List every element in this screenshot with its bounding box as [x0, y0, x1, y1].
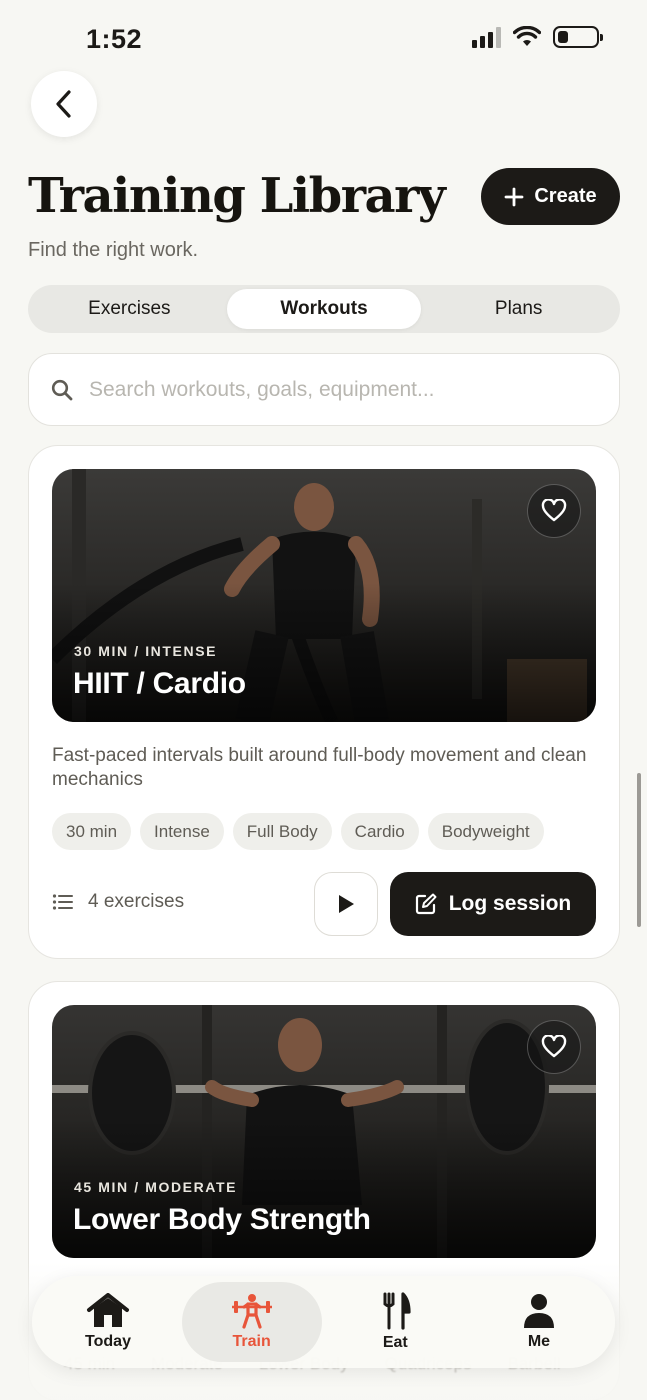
nav-label-train: Train	[232, 1333, 271, 1350]
back-button[interactable]	[31, 71, 97, 137]
status-time: 1:52	[86, 24, 143, 54]
scrollbar[interactable]	[637, 773, 641, 927]
cellular-signal-icon	[472, 26, 501, 48]
edit-icon	[415, 893, 437, 915]
barbell-person-icon	[231, 1294, 272, 1329]
nav-item-today[interactable]: Today	[38, 1282, 178, 1362]
tag-chip: Cardio	[340, 813, 419, 850]
workout-meta: 30 MIN / INTENSE	[74, 643, 218, 659]
workout-card[interactable]: 30 MIN / INTENSE HIIT / Cardio Fast-pace…	[28, 445, 620, 959]
workout-meta: 45 MIN / MODERATE	[74, 1179, 238, 1195]
workout-description: Fast-paced intervals built around full-b…	[52, 745, 587, 790]
create-button-label: Create	[534, 185, 597, 207]
play-workout-button[interactable]	[314, 872, 378, 936]
workout-hero-image: 30 MIN / INTENSE HIIT / Cardio	[52, 469, 596, 722]
search-bar	[28, 353, 620, 426]
tag-chip: Bodyweight	[427, 813, 544, 850]
tab-workouts[interactable]: Workouts	[226, 289, 422, 329]
search-icon	[51, 379, 73, 400]
log-session-button[interactable]: Log session	[390, 872, 596, 936]
play-icon	[339, 895, 354, 913]
workout-title: Lower Body Strength	[73, 1203, 371, 1236]
favorite-button[interactable]	[527, 1020, 581, 1074]
favorite-button[interactable]	[527, 484, 581, 538]
tab-plans[interactable]: Plans	[421, 289, 616, 329]
tag-chip: Intense	[140, 813, 224, 850]
fork-knife-icon	[383, 1292, 411, 1330]
heart-icon	[541, 499, 567, 522]
heart-icon	[541, 1035, 567, 1058]
tag-chip: 30 min	[52, 813, 132, 850]
nav-label-me: Me	[527, 1333, 551, 1350]
nav-item-train[interactable]: Train	[181, 1282, 322, 1362]
log-session-label: Log session	[448, 892, 572, 915]
tag-chip: Full Body	[232, 813, 332, 850]
home-icon	[87, 1293, 129, 1327]
nav-label-today: Today	[85, 1333, 131, 1350]
workout-tags: 30 min Intense Full Body Cardio Bodyweig…	[52, 813, 544, 850]
plus-icon	[504, 187, 524, 206]
battery-icon	[553, 26, 603, 48]
search-input[interactable]	[89, 377, 589, 402]
nav-label-eat: Eat	[382, 1334, 408, 1351]
workout-title: HIIT / Cardio	[73, 667, 246, 700]
chevron-left-icon	[56, 90, 71, 118]
library-tabs: Exercises Workouts Plans	[28, 285, 620, 333]
nav-item-me[interactable]: Me	[469, 1282, 609, 1362]
list-icon	[52, 894, 73, 910]
page-subtitle: Find the right work.	[28, 239, 199, 261]
create-button[interactable]: Create	[481, 168, 620, 225]
wifi-icon	[513, 26, 541, 46]
tab-exercises[interactable]: Exercises	[32, 289, 227, 329]
nav-item-eat[interactable]: Eat	[325, 1282, 465, 1362]
person-icon	[523, 1294, 554, 1328]
bottom-nav: Today Train Eat Me	[32, 1276, 615, 1368]
status-icons	[472, 26, 603, 48]
status-bar: 1:52	[0, 0, 647, 78]
page-title: Training Library	[28, 168, 446, 224]
workout-hero-image: 45 MIN / MODERATE Lower Body Strength	[52, 1005, 596, 1258]
exercise-count-label: 4 exercises	[88, 891, 185, 912]
exercise-count: 4 exercises	[52, 891, 184, 913]
